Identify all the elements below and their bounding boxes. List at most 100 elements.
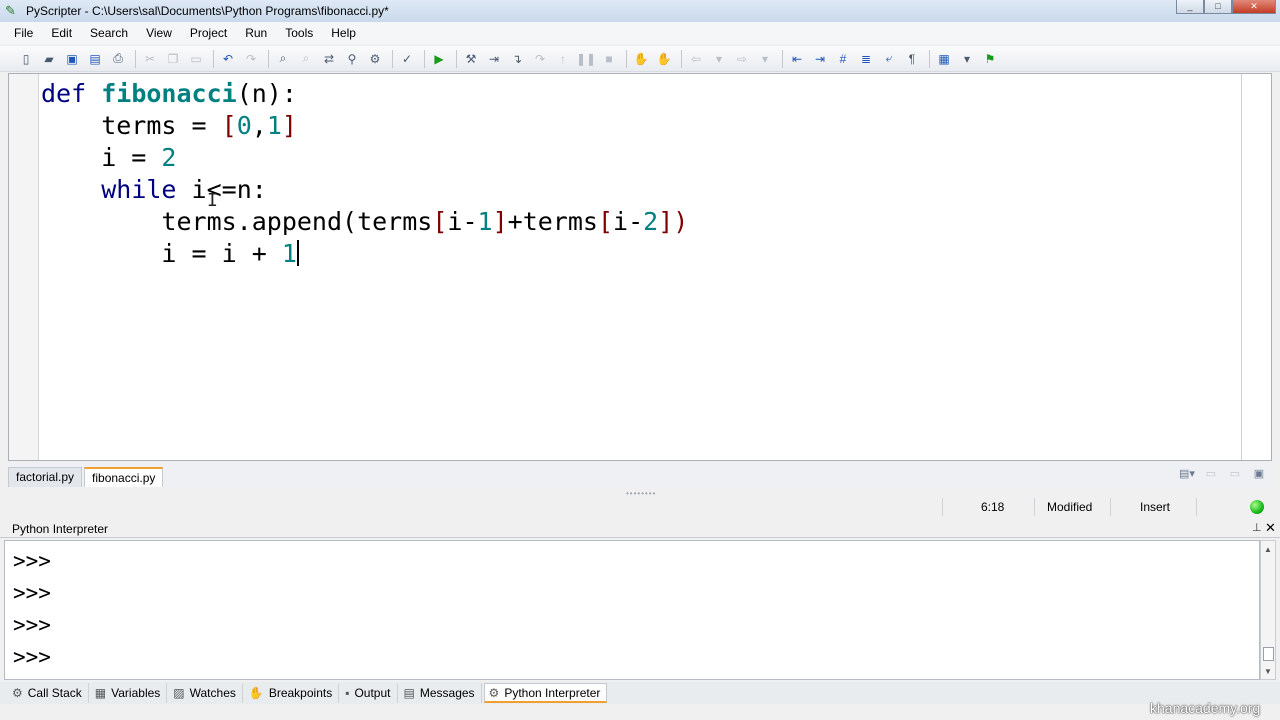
forward-icon[interactable]: ⇨ (732, 49, 752, 69)
tab-call-stack[interactable]: ⚙ Call Stack (8, 683, 89, 703)
cut-icon[interactable]: ✂ (140, 49, 160, 69)
undo-icon[interactable]: ↶ (218, 49, 238, 69)
step-out-icon[interactable]: ↑ (553, 49, 573, 69)
toolbar-separator (626, 49, 627, 68)
code-token: ] (281, 111, 297, 140)
layout-icon[interactable]: ▦ (934, 49, 954, 69)
menu-help[interactable]: Help (331, 26, 356, 40)
tab-new-icon[interactable]: ▭ (1202, 466, 1220, 482)
tab-python-interpreter[interactable]: ⚙ Python Interpreter (483, 683, 608, 703)
save-all-icon[interactable]: ▤ (85, 49, 105, 69)
code-editor[interactable]: def fibonacci(n): terms = [0,1] i = 2 wh… (8, 73, 1272, 461)
code-token: terms = (41, 111, 222, 140)
file-tab-bar: factorial.py fibonacci.py ▤▾ ▭ ▭ ▣ (8, 463, 1272, 487)
menu-search[interactable]: Search (90, 26, 128, 40)
stop-icon[interactable]: ■ (599, 49, 619, 69)
close-button[interactable]: ✕ (1232, 0, 1276, 14)
status-divider (1034, 498, 1035, 516)
tool-icon[interactable]: ⚙ (365, 49, 385, 69)
pin-icon[interactable]: ⊥ (1252, 521, 1262, 534)
code-token: i- (613, 207, 644, 236)
tab-variables[interactable]: ▦ Variables (91, 683, 168, 703)
find-in-files-icon[interactable]: ⚲ (342, 49, 362, 69)
tab-label: Watches (189, 686, 236, 700)
tab-split-icon[interactable]: ▭ (1226, 466, 1244, 482)
copy-icon[interactable]: ❐ (163, 49, 183, 69)
close-icon[interactable]: ✕ (1265, 520, 1276, 536)
tab-factorial[interactable]: factorial.py (8, 467, 83, 487)
find-next-icon[interactable]: ⌕ (296, 49, 316, 69)
prompt: >>> (13, 581, 51, 605)
step-into-icon[interactable]: ↴ (507, 49, 527, 69)
code-line[interactable]: def fibonacci(n): (41, 78, 688, 110)
python-version-icon[interactable]: ⚑ (980, 49, 1000, 69)
tab-output[interactable]: ▪ Output (341, 683, 398, 703)
code-token: [ (221, 111, 237, 140)
code-line[interactable]: terms.append(terms[i-1]+terms[i-2]) (41, 206, 688, 238)
menu-edit[interactable]: Edit (51, 26, 72, 40)
save-icon[interactable]: ▣ (62, 49, 82, 69)
back-icon[interactable]: ⇦ (686, 49, 706, 69)
open-file-icon[interactable]: ▰ (39, 49, 59, 69)
code-line[interactable]: i = i + 1 (41, 238, 688, 270)
run-icon[interactable]: ▶ (429, 49, 449, 69)
menu-file[interactable]: File (14, 26, 33, 40)
minimize-button[interactable]: _ (1176, 0, 1204, 14)
code-line[interactable]: terms = [0,1] (41, 110, 688, 142)
indent-icon[interactable]: ⇤ (787, 49, 807, 69)
pause-icon[interactable]: ❚❚ (576, 49, 596, 69)
run-to-cursor-icon[interactable]: ⇥ (484, 49, 504, 69)
layout-dropdown-icon[interactable]: ▾ (957, 49, 977, 69)
print-icon[interactable]: ⎙ (108, 49, 128, 69)
find-icon[interactable]: ⌕ (273, 49, 293, 69)
step-over-icon[interactable]: ↷ (530, 49, 550, 69)
tab-label: Messages (419, 686, 475, 700)
code-line[interactable]: while i<=n: (41, 174, 688, 206)
line-numbers-icon[interactable]: ≣ (856, 49, 876, 69)
comment-icon[interactable]: # (833, 49, 853, 69)
title-bar: ✎ PyScripter - C:\Users\sal\Documents\Py… (0, 0, 1280, 22)
maximize-button[interactable]: □ (1204, 0, 1232, 14)
code-token: ] (658, 207, 674, 236)
code-text[interactable]: def fibonacci(n): terms = [0,1] i = 2 wh… (41, 78, 688, 270)
clear-breakpoints-icon[interactable]: ✋ (654, 49, 674, 69)
toggle-breakpoint-icon[interactable]: ✋ (631, 49, 651, 69)
word-wrap-icon[interactable]: ⤶ (879, 49, 899, 69)
status-divider (1196, 498, 1197, 516)
syntax-check-icon[interactable]: ✓ (397, 49, 417, 69)
menu-view[interactable]: View (146, 26, 172, 40)
menu-project[interactable]: Project (190, 26, 227, 40)
scroll-thumb[interactable] (1263, 647, 1274, 661)
text-caret (296, 240, 299, 266)
tab-close-icon[interactable]: ▣ (1250, 466, 1268, 482)
code-token: terms.append(terms (41, 207, 433, 236)
code-token: ] (492, 207, 508, 236)
menu-tools[interactable]: Tools (285, 26, 313, 40)
scroll-down-icon[interactable]: ▼ (1264, 667, 1272, 676)
tab-messages[interactable]: ▤ Messages (400, 683, 482, 703)
editor-gutter[interactable] (9, 74, 39, 460)
code-token: fibonacci (101, 79, 237, 108)
tab-watches[interactable]: ▨ Watches (169, 683, 243, 703)
back-dropdown-icon[interactable]: ▾ (709, 49, 729, 69)
debug-icon[interactable]: ⚒ (461, 49, 481, 69)
code-token: [ (432, 207, 448, 236)
code-token: 2 (161, 143, 177, 172)
tab-fibonacci[interactable]: fibonacci.py (84, 467, 164, 487)
code-line[interactable]: i = 2 (41, 142, 688, 174)
paste-icon[interactable]: ▭ (186, 49, 206, 69)
code-token: while (101, 175, 177, 204)
watches-icon: ▨ (173, 686, 185, 700)
dedent-icon[interactable]: ⇥ (810, 49, 830, 69)
redo-icon[interactable]: ↷ (241, 49, 261, 69)
tab-list-icon[interactable]: ▤▾ (1178, 466, 1196, 482)
replace-icon[interactable]: ⇄ (319, 49, 339, 69)
interpreter-scrollbar[interactable]: ▲ ▼ (1260, 540, 1276, 680)
forward-dropdown-icon[interactable]: ▾ (755, 49, 775, 69)
menu-run[interactable]: Run (245, 26, 267, 40)
special-chars-icon[interactable]: ¶ (902, 49, 922, 69)
tab-breakpoints[interactable]: ✋ Breakpoints (245, 683, 340, 703)
interpreter-console[interactable]: >>> >>> >>> >>> (4, 540, 1260, 680)
new-file-icon[interactable]: ▯ (16, 49, 36, 69)
scroll-up-icon[interactable]: ▲ (1264, 545, 1272, 554)
